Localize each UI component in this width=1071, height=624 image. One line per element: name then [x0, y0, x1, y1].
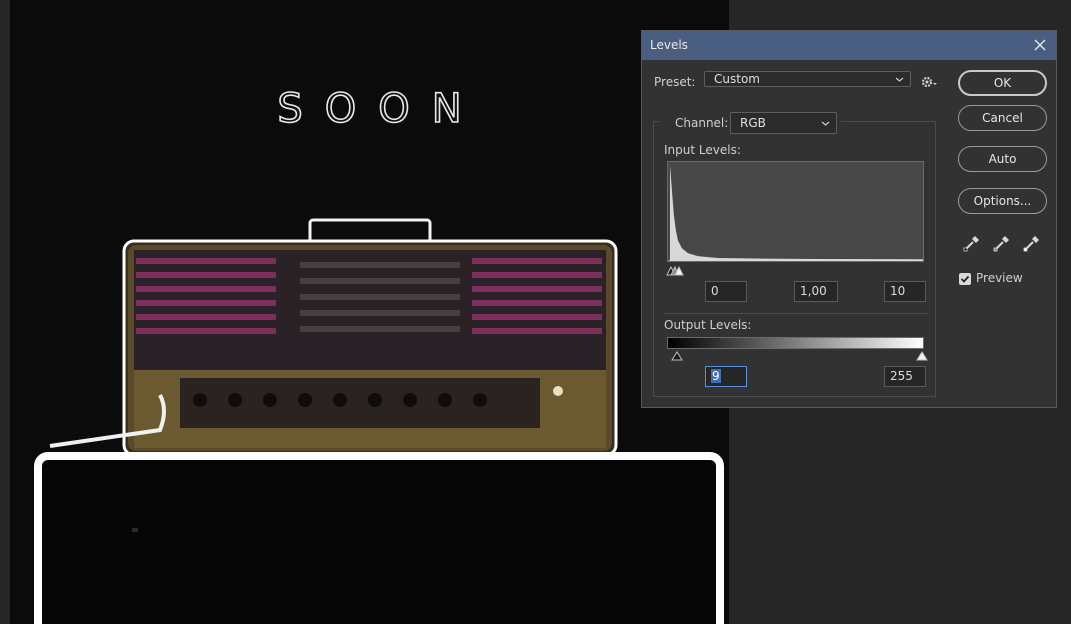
- document-canvas[interactable]: SOON: [10, 0, 729, 624]
- output-levels-label: Output Levels:: [664, 318, 752, 332]
- preset-label: Preset:: [654, 75, 696, 89]
- input-black-field[interactable]: 0: [705, 281, 747, 302]
- gear-icon[interactable]: [921, 75, 939, 89]
- channel-value: RGB: [740, 116, 766, 130]
- channel-select[interactable]: RGB: [730, 112, 837, 134]
- output-white-field[interactable]: 255: [884, 366, 926, 387]
- levels-divider: [664, 313, 928, 314]
- output-white-slider[interactable]: [916, 350, 928, 361]
- output-gradient: [667, 337, 924, 349]
- close-icon[interactable]: [1030, 35, 1050, 55]
- preview-label[interactable]: Preview: [976, 271, 1023, 285]
- gray-point-eyedropper-icon[interactable]: [992, 233, 1012, 253]
- photoshop-workspace: SOON Levels Preset: Custom Channel: RGB …: [0, 0, 1071, 624]
- white-point-eyedropper-icon[interactable]: [1022, 233, 1042, 253]
- auto-button[interactable]: Auto: [958, 146, 1047, 172]
- chevron-down-icon: [895, 77, 904, 82]
- preview-checkbox[interactable]: [959, 273, 971, 285]
- output-black-value: 9: [711, 369, 721, 383]
- ok-button[interactable]: OK: [958, 70, 1047, 96]
- cancel-button[interactable]: Cancel: [958, 105, 1047, 131]
- preset-value: Custom: [714, 72, 760, 86]
- output-black-field[interactable]: 9: [705, 366, 747, 387]
- black-point-eyedropper-icon[interactable]: [962, 233, 982, 253]
- amplifier-image: [34, 218, 724, 624]
- channel-label: Channel:: [675, 116, 729, 130]
- dialog-titlebar[interactable]: Levels: [642, 31, 1056, 60]
- input-gamma-field[interactable]: 1,00: [794, 281, 838, 302]
- output-black-slider[interactable]: [671, 350, 683, 361]
- checkmark-icon: [960, 275, 970, 283]
- input-histogram: [667, 161, 924, 262]
- dialog-title: Levels: [650, 38, 688, 52]
- input-white-field[interactable]: 10: [884, 281, 926, 302]
- input-black-slider[interactable]: [666, 264, 686, 276]
- options-button[interactable]: Options...: [958, 188, 1047, 214]
- input-levels-label: Input Levels:: [664, 143, 741, 157]
- levels-dialog: Levels Preset: Custom Channel: RGB Input…: [641, 30, 1057, 408]
- preset-select[interactable]: Custom: [704, 71, 911, 87]
- chevron-down-icon: [821, 121, 830, 126]
